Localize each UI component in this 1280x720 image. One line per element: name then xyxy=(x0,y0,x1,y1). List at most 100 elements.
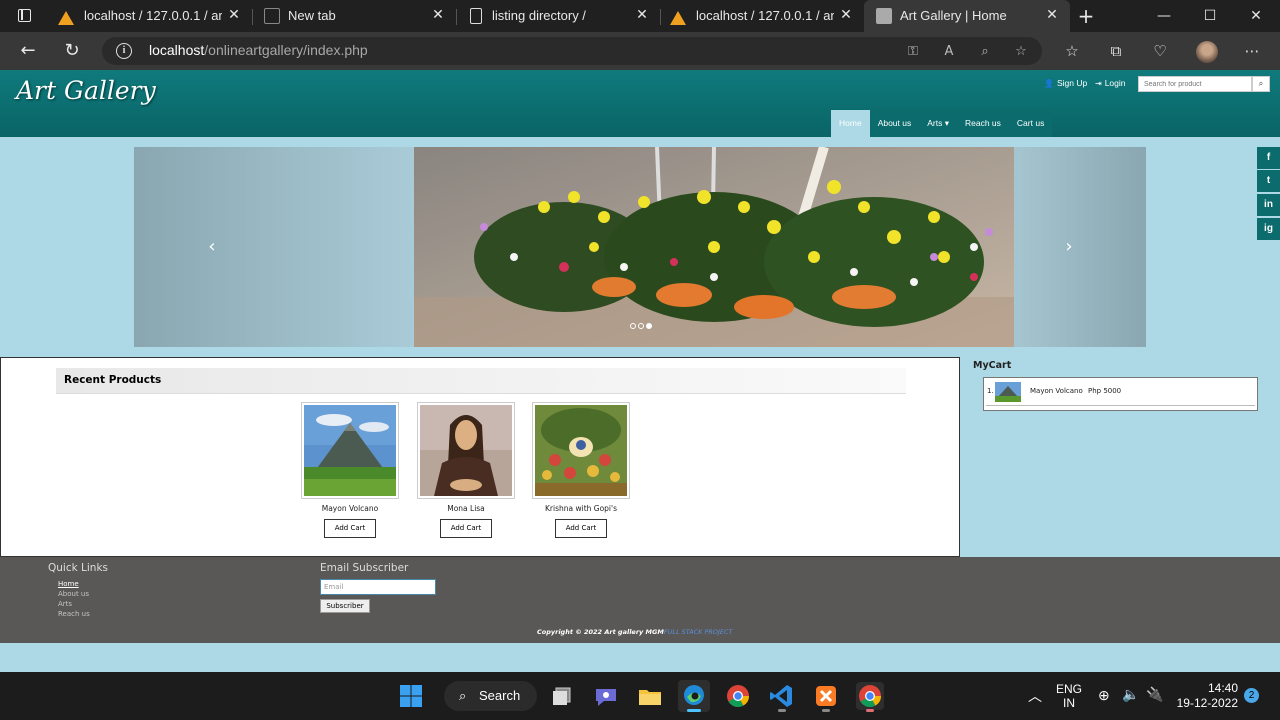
xampp-icon[interactable] xyxy=(810,680,842,712)
footer-link-reach-us[interactable]: Reach us xyxy=(58,610,90,618)
close-icon[interactable]: ✕ xyxy=(226,7,242,23)
search-input[interactable] xyxy=(1138,76,1252,92)
site-header: Art Gallery 👤Sign Up ⇥Login ⌕ Home About… xyxy=(0,70,1280,137)
file-explorer-icon[interactable] xyxy=(634,680,666,712)
cart-item[interactable]: 1. Mayon Volcano Php 5000 xyxy=(986,380,1255,406)
close-icon[interactable]: ✕ xyxy=(1044,7,1060,23)
carousel-prev-icon[interactable]: ‹ xyxy=(202,237,222,257)
product-name[interactable]: Krishna with Gopi's xyxy=(532,504,630,513)
battery-icon[interactable]: 🔌 xyxy=(1146,686,1163,703)
running-indicator xyxy=(822,709,830,712)
menu-reach-us[interactable]: Reach us xyxy=(957,110,1009,137)
edge-browser-icon[interactable] xyxy=(678,680,710,712)
copyright: Copyright © 2022 Art gallery MGMFULL STA… xyxy=(537,628,733,636)
search-icon[interactable]: ⌕ xyxy=(1252,76,1270,92)
linkedin-icon[interactable]: in xyxy=(1257,194,1280,216)
minimize-icon[interactable]: — xyxy=(1154,6,1174,26)
add-cart-button[interactable]: Add Cart xyxy=(324,519,376,538)
chrome-profile-icon[interactable] xyxy=(854,680,886,712)
menu-arts[interactable]: Arts ▾ xyxy=(919,110,957,137)
menu-cart[interactable]: Cart us xyxy=(1008,110,1053,137)
tab-title: Art Gallery | Home xyxy=(900,8,1007,23)
signup-link[interactable]: 👤 Sign Up xyxy=(1044,78,1087,88)
recent-products-panel: Recent Products Mayon Volcano Add Cart M… xyxy=(0,357,960,557)
browser-tab-active[interactable]: Art Gallery | Home ✕ xyxy=(864,0,1070,32)
new-tab-button[interactable]: + xyxy=(1076,6,1096,26)
footer-link-about[interactable]: About us xyxy=(58,590,89,598)
key-icon[interactable]: ⚿ xyxy=(904,43,922,61)
footer-link-arts[interactable]: Arts xyxy=(58,600,72,608)
project-link[interactable]: FULL STACK PROJECT xyxy=(664,628,733,636)
carousel-dot[interactable] xyxy=(630,323,636,329)
product-image[interactable] xyxy=(417,402,515,499)
favorites-icon[interactable]: ☆ xyxy=(1062,41,1082,61)
clock-time: 14:40 xyxy=(1207,681,1238,695)
collections-icon[interactable]: ⧉ xyxy=(1106,41,1126,61)
taskbar: ⌕ Search ︿ ENG IN ⊕ 🔈 🔌 14:40 19-12-2022… xyxy=(0,672,1280,720)
subscribe-button[interactable]: Subscriber xyxy=(320,599,370,613)
close-window-icon[interactable]: ✕ xyxy=(1246,6,1266,26)
tab-actions-icon[interactable] xyxy=(10,7,38,25)
clock[interactable]: 14:40 19-12-2022 xyxy=(1174,681,1238,711)
menu-about[interactable]: About us xyxy=(869,110,920,137)
close-icon[interactable]: ✕ xyxy=(634,7,650,23)
product-name[interactable]: Mayon Volcano xyxy=(301,504,399,513)
browser-tab[interactable]: listing directory / ✕ xyxy=(456,0,660,32)
close-icon[interactable]: ✕ xyxy=(430,7,446,23)
refresh-icon[interactable]: ↻ xyxy=(62,41,82,61)
teams-chat-icon[interactable] xyxy=(590,680,622,712)
network-icon[interactable]: ⊕ xyxy=(1098,687,1110,704)
back-icon[interactable]: ← xyxy=(18,41,38,61)
close-icon[interactable]: ✕ xyxy=(838,7,854,23)
clock-date: 19-12-2022 xyxy=(1176,696,1238,710)
carousel-dot-active[interactable] xyxy=(646,323,652,329)
language-code: ENG xyxy=(1056,682,1083,696)
task-view-icon[interactable] xyxy=(546,680,578,712)
footer-link-home[interactable]: Home xyxy=(58,580,79,588)
tab-title: localhost / 127.0.0.1 / art_ xyxy=(696,8,834,23)
vscode-icon[interactable] xyxy=(766,680,798,712)
quick-links-title: Quick Links xyxy=(48,562,109,574)
menu-home[interactable]: Home xyxy=(831,110,870,137)
site-info-icon[interactable]: i xyxy=(116,43,132,59)
profile-avatar[interactable] xyxy=(1196,41,1218,63)
taskbar-search[interactable]: ⌕ Search xyxy=(444,681,537,711)
region-code: IN xyxy=(1063,696,1075,710)
read-aloud-icon[interactable]: A xyxy=(940,43,958,61)
facebook-icon[interactable]: f xyxy=(1257,147,1280,169)
language-indicator[interactable]: ENG IN xyxy=(1056,682,1082,710)
windows-start-icon[interactable] xyxy=(395,680,427,712)
volume-icon[interactable]: 🔈 xyxy=(1122,686,1139,703)
chrome-icon[interactable] xyxy=(722,680,754,712)
product-image[interactable] xyxy=(532,402,630,499)
twitter-icon[interactable]: t xyxy=(1257,170,1280,192)
tab-title: listing directory / xyxy=(492,8,586,23)
instagram-icon[interactable]: ig xyxy=(1257,218,1280,240)
carousel-next-icon[interactable]: › xyxy=(1059,237,1079,257)
product-image[interactable] xyxy=(301,402,399,499)
add-cart-button[interactable]: Add Cart xyxy=(440,519,492,538)
site-logo[interactable]: Art Gallery xyxy=(16,76,156,105)
browser-tab[interactable]: localhost / 127.0.0.1 / art_ ✕ xyxy=(48,0,252,32)
zoom-icon[interactable]: ⌕ xyxy=(976,43,994,61)
browser-toolbar: ← ↻ i localhost/onlineartgallery/index.p… xyxy=(0,32,1280,70)
document-icon xyxy=(470,8,482,24)
login-link[interactable]: ⇥ Login xyxy=(1095,78,1126,88)
show-hidden-icons[interactable]: ︿ xyxy=(1028,686,1042,706)
carousel-right-panel xyxy=(1014,147,1146,347)
product-search: ⌕ xyxy=(1138,76,1270,92)
add-favorite-icon[interactable]: ☆ xyxy=(1012,43,1030,61)
address-bar[interactable]: i localhost/onlineartgallery/index.php ⚿… xyxy=(102,37,1042,65)
browser-tab[interactable]: New tab ✕ xyxy=(252,0,456,32)
email-field[interactable]: Email xyxy=(320,579,436,595)
blank-page-icon xyxy=(264,8,280,24)
carousel-dot[interactable] xyxy=(638,323,644,329)
taskbar-search-label: Search xyxy=(479,688,521,703)
notification-badge[interactable]: 2 xyxy=(1244,688,1259,703)
browser-essentials-icon[interactable]: ♡ xyxy=(1150,41,1170,61)
more-menu-icon[interactable]: ⋯ xyxy=(1242,41,1262,61)
add-cart-button[interactable]: Add Cart xyxy=(555,519,607,538)
product-name[interactable]: Mona Lisa xyxy=(417,504,515,513)
maximize-icon[interactable]: ☐ xyxy=(1200,6,1220,26)
browser-tab[interactable]: localhost / 127.0.0.1 / art_ ✕ xyxy=(660,0,864,32)
